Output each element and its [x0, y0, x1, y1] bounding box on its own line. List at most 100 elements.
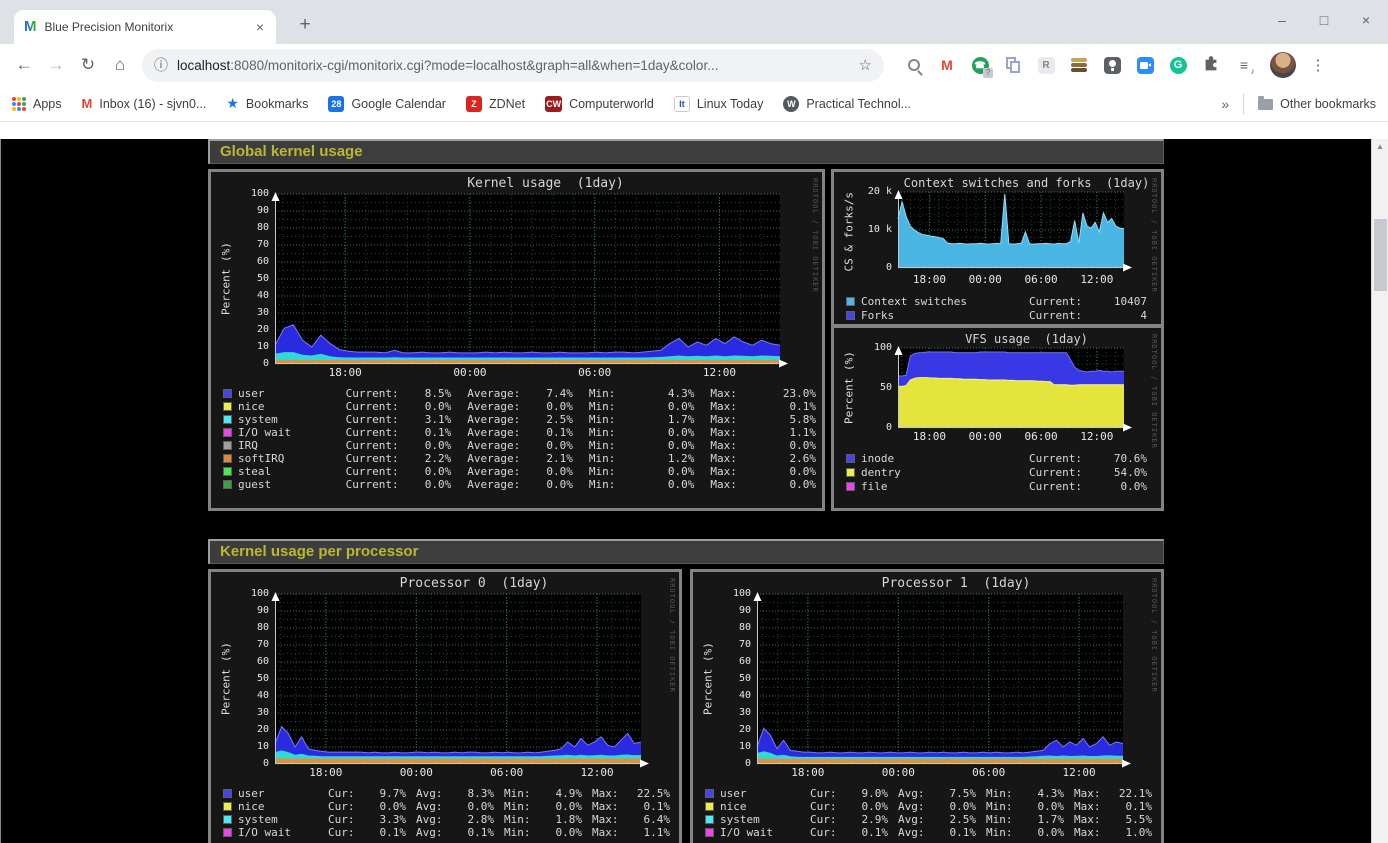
legend-row: softIRQCurrent:2.2%Average:2.1%Min:1.2%M… — [221, 452, 816, 465]
bookmark-zdnet[interactable]: ZZDNet — [466, 96, 525, 112]
context-switches-graph[interactable]: RRDTOOL / TOBI OETIKER Context switches … — [834, 172, 1161, 324]
forward-icon[interactable]: → — [42, 55, 70, 75]
legend-row: inodeCurrent:70.6% — [844, 451, 1155, 465]
legend-stat-label: Avg: — [898, 826, 934, 839]
legend-stat-label: Current: — [346, 413, 408, 426]
legend-stat-value: 2.2% — [407, 452, 451, 465]
y-tick-label: 0 — [745, 759, 751, 769]
legend-stat-value: 5.8% — [772, 413, 816, 426]
legend-stat-label: Min: — [589, 426, 651, 439]
gmail-extension-icon[interactable]: M — [937, 55, 957, 75]
page-info-icon[interactable]: ⓘ — [154, 55, 168, 75]
y-tick-label: 10 — [257, 742, 269, 752]
x-axis: 18:0000:0006:0012:00 — [757, 766, 1155, 781]
y-tick-label: 50 — [257, 674, 269, 684]
legend-row: userCur:9.0%Avg:7.5%Min:4.3%Max:22.1% — [703, 787, 1155, 800]
bookmark-computerworld-label: Computerworld — [569, 97, 654, 111]
bookmark-practical-technology[interactable]: WPractical Technol... — [783, 96, 911, 112]
legend-stat-label: Min: — [589, 465, 651, 478]
legend-stat-value: 0.0% — [407, 478, 451, 491]
new-tab-button[interactable]: + — [292, 14, 318, 36]
tab-close-icon[interactable]: × — [254, 19, 266, 35]
legend-stat-label: Current: — [346, 465, 408, 478]
y-tick-label: 100 — [874, 343, 892, 353]
scrollbar[interactable]: ▲ ▼ — [1371, 139, 1388, 843]
bookmark-google-calendar-label: Google Calendar — [351, 97, 446, 111]
r-extension-icon[interactable]: R — [1036, 55, 1056, 75]
reload-icon[interactable]: ↻ — [74, 55, 102, 75]
legend-swatch — [223, 428, 232, 437]
vfs-usage-graph[interactable]: RRDTOOL / TOBI OETIKER VFS usage (1day) … — [834, 328, 1161, 508]
legend-label: I/O wait — [238, 826, 318, 839]
y-tick-label: 60 — [257, 657, 269, 667]
y-tick-label: 0 — [886, 423, 892, 433]
legend-stat-value: 0.0% — [407, 400, 451, 413]
copy-extension-icon[interactable] — [1003, 55, 1023, 75]
bookmark-inbox-label: Inbox (16) - sjvn0... — [99, 97, 206, 111]
profile-avatar[interactable] — [1270, 52, 1296, 78]
y-axis-label: Percent (%) — [217, 594, 235, 764]
media-list-extension-icon[interactable]: ≡♪ — [1234, 55, 1254, 75]
legend-swatch — [223, 802, 232, 811]
legend-stat-value: 5.5% — [1110, 813, 1152, 826]
legend-label: nice — [238, 400, 330, 413]
lamp-extension-icon[interactable] — [1102, 55, 1122, 75]
tab-strip: M Blue Precision Monitorix × + – □ × — [0, 0, 1388, 44]
kernel-usage-graph[interactable]: RRDTOOL / TOBI OETIKER Kernel usage (1da… — [211, 172, 822, 508]
legend-stat-label: Current: — [346, 439, 408, 452]
legend-swatch — [223, 789, 232, 798]
bookmark-linux-today[interactable]: ltLinux Today — [674, 96, 764, 112]
legend-stat-value: 0.1% — [1110, 800, 1152, 813]
browser-tab[interactable]: M Blue Precision Monitorix × — [14, 10, 276, 44]
grammarly-extension-icon[interactable]: G — [1168, 55, 1188, 75]
legend-label: system — [720, 813, 800, 826]
bookmark-apps[interactable]: Apps — [12, 97, 62, 111]
zoom-camera-extension-icon[interactable] — [1135, 55, 1155, 75]
window-close-button[interactable]: × — [1358, 12, 1374, 28]
x-tick-label: 00:00 — [453, 366, 486, 379]
browser-menu-icon[interactable]: ⋮ — [1310, 56, 1326, 74]
legend-swatch — [846, 297, 855, 306]
legend-label: Context switches — [861, 295, 967, 308]
legend-stat-label: Avg: — [898, 800, 934, 813]
bookmark-practical-technology-icon: W — [783, 96, 799, 112]
processor-0-graph[interactable]: RRDTOOL / TOBI OETIKER Processor 0 (1day… — [211, 572, 679, 843]
scrollbar-thumb[interactable] — [1374, 219, 1387, 291]
legend-row: ForksCurrent:4 — [844, 308, 1155, 322]
bookmarks-overflow-chevron[interactable]: » — [1221, 96, 1229, 112]
back-icon[interactable]: ← — [10, 55, 38, 75]
voice-extension-icon[interactable]: ☎? — [970, 55, 990, 75]
other-bookmarks-button[interactable]: Other bookmarks — [1258, 97, 1376, 111]
bookmark-bookmarks[interactable]: ★Bookmarks — [226, 95, 308, 112]
home-icon[interactable]: ⌂ — [106, 55, 134, 75]
x-tick-label: 06:00 — [490, 766, 523, 779]
y-tick-label: 40 — [257, 291, 269, 301]
legend-swatch — [223, 441, 232, 450]
legend-swatch — [223, 389, 232, 398]
bookmark-star-icon[interactable]: ☆ — [859, 56, 872, 74]
legend-stat-value: 2.6% — [772, 452, 816, 465]
puzzle-extension-icon[interactable] — [1201, 55, 1221, 75]
legend-swatch — [705, 828, 714, 837]
legend-stat-value: 7.4% — [529, 387, 573, 400]
legend-stat-value: 4 — [1095, 309, 1147, 322]
legend-stat-label: Min: — [589, 387, 651, 400]
legend-label: user — [720, 787, 800, 800]
search-extension-icon[interactable] — [904, 55, 924, 75]
legend-swatch — [846, 311, 855, 320]
processor-1-graph[interactable]: RRDTOOL / TOBI OETIKER Processor 1 (1day… — [693, 572, 1161, 843]
legend-swatch — [705, 815, 714, 824]
address-bar[interactable]: ⓘ localhost:8080/monitorix-cgi/monitorix… — [142, 49, 884, 82]
global-kernel-row: RRDTOOL / TOBI OETIKER Kernel usage (1da… — [208, 169, 1164, 511]
bookmark-computerworld[interactable]: CWComputerworld — [545, 96, 654, 112]
kernel-usage-frame: RRDTOOL / TOBI OETIKER Kernel usage (1da… — [208, 169, 825, 511]
bookmark-inbox[interactable]: MInbox (16) - sjvn0... — [82, 96, 207, 111]
section-header-global-kernel-usage: Global kernel usage — [208, 139, 1164, 164]
window-maximize-button[interactable]: □ — [1316, 12, 1332, 28]
window-minimize-button[interactable]: – — [1274, 12, 1290, 28]
bookmark-google-calendar[interactable]: 28Google Calendar — [328, 96, 446, 112]
scrollbar-up-icon[interactable]: ▲ — [1372, 139, 1388, 154]
stack-extension-icon[interactable] — [1069, 55, 1089, 75]
legend-stat-label: Average: — [467, 452, 529, 465]
legend-stat-label: Current: — [346, 452, 408, 465]
